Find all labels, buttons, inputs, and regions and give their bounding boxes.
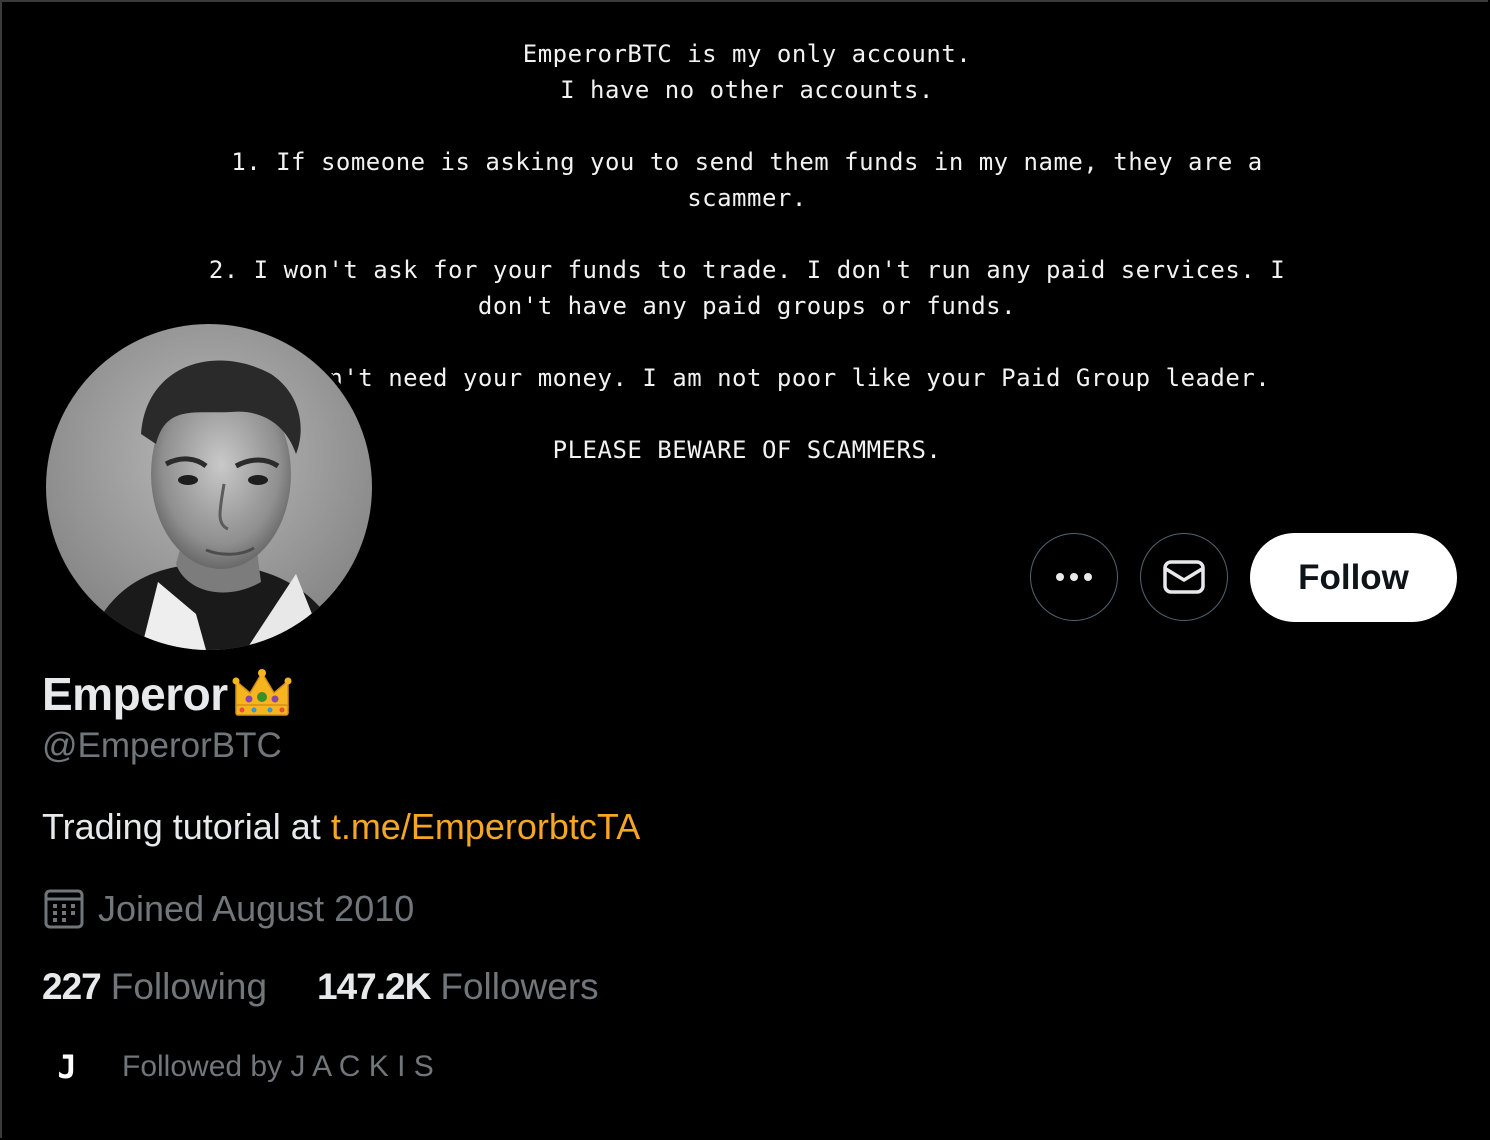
follow-button[interactable]: Follow <box>1250 533 1457 622</box>
joined-date: Joined August 2010 <box>42 887 414 931</box>
joined-text: Joined August 2010 <box>98 888 415 929</box>
banner-line: I have no other accounts. <box>560 76 934 104</box>
profile-bio: Trading tutorial at t.me/EmperorbtcTA <box>42 806 640 848</box>
mail-icon <box>1163 560 1205 594</box>
banner-line: don't have any paid groups or funds. <box>477 292 1017 320</box>
bio-link[interactable]: t.me/EmperorbtcTA <box>331 806 640 847</box>
avatar-portrait <box>46 324 372 650</box>
profile-avatar[interactable] <box>42 320 376 654</box>
following-stat[interactable]: 227 Following <box>42 966 267 1008</box>
banner-line: 2. I won't ask for your funds to trade. … <box>208 256 1286 284</box>
calendar-icon <box>42 887 86 931</box>
following-label: Following <box>110 966 268 1007</box>
followers-count: 147.2K <box>317 966 431 1007</box>
banner-spacer <box>2 216 1490 252</box>
display-name: Emperor <box>42 668 228 720</box>
crown-icon <box>232 667 292 724</box>
profile-handle: @EmperorBTC <box>42 726 282 765</box>
banner-line: scammer. <box>687 184 807 212</box>
banner-line: EmperorBTC is my only account. <box>522 40 972 68</box>
followed-by[interactable]: J Followed by J A C K I S <box>42 1042 434 1092</box>
follow-stats: 227 Following 147.2K Followers <box>42 966 599 1008</box>
message-button[interactable] <box>1140 533 1228 621</box>
followers-stat[interactable]: 147.2K Followers <box>317 966 599 1008</box>
display-name-row: Emperor <box>42 664 292 724</box>
followers-label: Followers <box>440 966 599 1007</box>
following-count: 227 <box>42 966 102 1007</box>
follower-avatar: J <box>42 1042 92 1092</box>
followed-by-text: Followed by J A C K I S <box>122 1050 434 1083</box>
banner-line: 1. If someone is asking you to send them… <box>231 148 1263 176</box>
banner-spacer <box>2 108 1490 144</box>
bio-text: Trading tutorial at <box>42 806 331 847</box>
more-icon <box>1056 573 1092 581</box>
more-button[interactable] <box>1030 533 1118 621</box>
